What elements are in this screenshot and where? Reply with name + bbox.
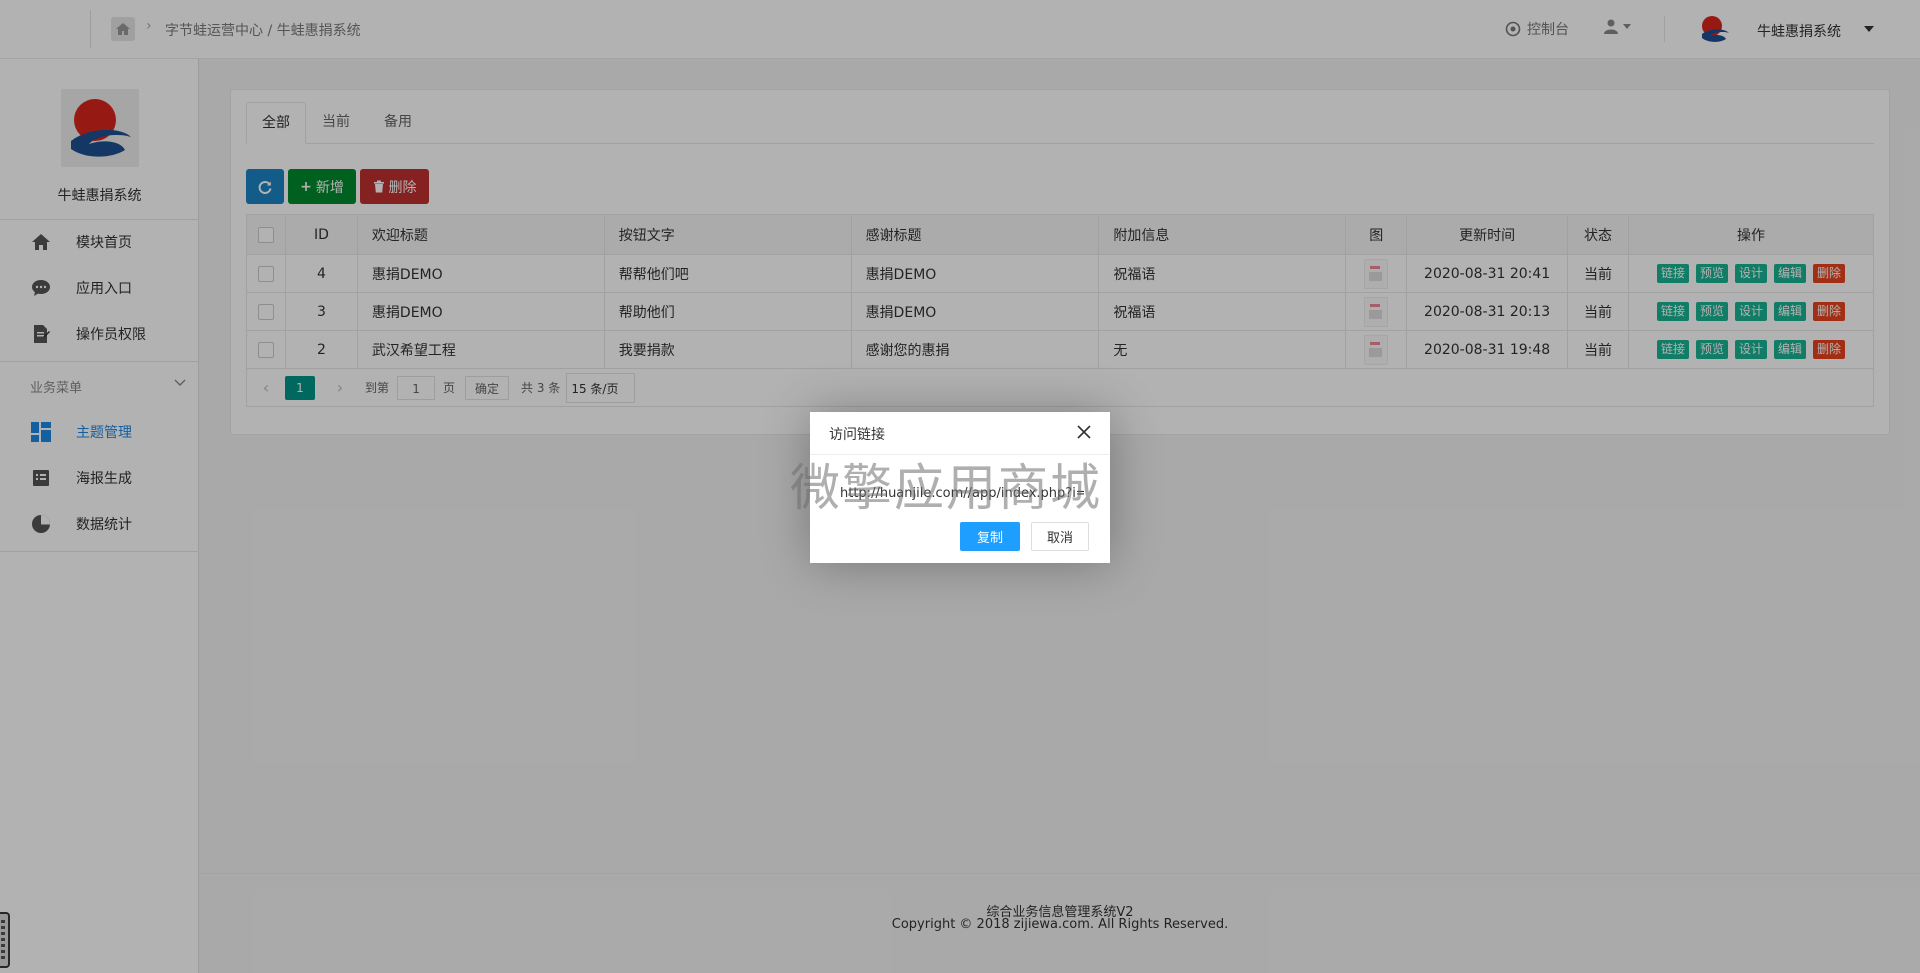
watermark-text: 微擎应用商城 — [790, 459, 1102, 517]
close-icon[interactable] — [1077, 425, 1091, 439]
cancel-button[interactable]: 取消 — [1031, 522, 1089, 551]
copy-button[interactable]: 复制 — [960, 522, 1020, 551]
dialog-title: 访问链接 — [829, 427, 885, 443]
